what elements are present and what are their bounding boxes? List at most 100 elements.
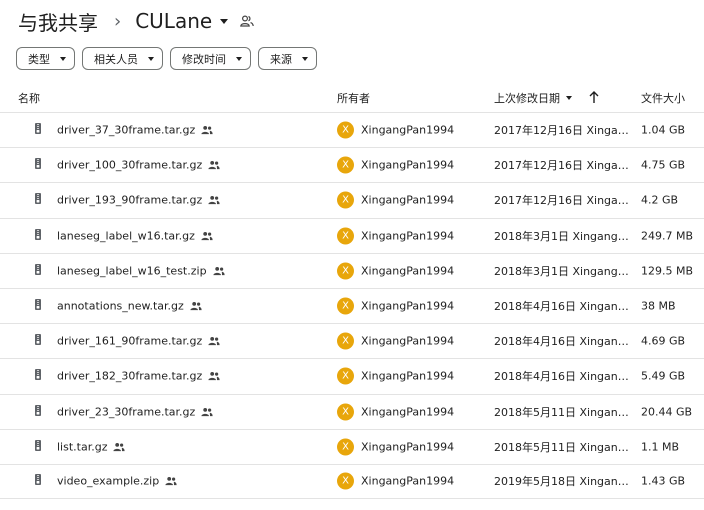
file-name-cell[interactable]: video_example.zip: [57, 475, 177, 488]
avatar[interactable]: X: [337, 191, 354, 209]
modified-date: 2019年5月18日 XingangPan1994: [494, 475, 630, 489]
file-size: 1.1 MB: [641, 440, 680, 454]
filter-people[interactable]: 相关人员: [82, 47, 163, 70]
shared-people-icon: [208, 337, 220, 346]
column-header-name[interactable]: 名称: [18, 90, 40, 106]
caret-down-icon: [220, 18, 229, 24]
owner-cell: X XingangPan1994: [337, 156, 455, 174]
modified-date: 2017年12月16日 XingangPan1994: [494, 159, 630, 173]
file-name: video_example.zip: [57, 474, 160, 488]
filter-modified[interactable]: 修改时间: [170, 47, 251, 70]
avatar[interactable]: X: [337, 156, 354, 174]
shared-people-icon: [208, 196, 220, 205]
file-name-cell[interactable]: driver_182_30frame.tar.gz: [57, 370, 220, 383]
zip-file-icon: [34, 439, 42, 454]
table-row[interactable]: list.tar.gz X XingangPan1994 2018年5月11日 Xin…: [0, 428, 704, 464]
owner-name: XingangPan1994: [361, 405, 455, 419]
folder-title-dropdown[interactable]: CULane: [135, 9, 229, 33]
modified-date: 2018年3月1日 XingangPan1994: [494, 264, 630, 278]
owner-cell: X XingangPan1994: [337, 438, 455, 456]
table-row[interactable]: driver_23_30frame.tar.gz X XingangPan1994 2…: [0, 393, 704, 429]
file-name-cell[interactable]: driver_37_30frame.tar.gz: [57, 124, 213, 137]
file-size: 1.04 GB: [641, 123, 686, 137]
caret-down-icon: [236, 56, 242, 61]
shared-people-icon: [208, 161, 220, 170]
table-row[interactable]: laneseg_label_w16_test.zip X XingangPan199…: [0, 252, 704, 288]
avatar[interactable]: X: [337, 262, 354, 280]
column-header-modified[interactable]: 上次修改日期: [494, 90, 572, 106]
table-row[interactable]: driver_37_30frame.tar.gz X XingangPan1994 2…: [0, 112, 704, 147]
file-name-cell[interactable]: driver_161_90frame.tar.gz: [57, 335, 220, 348]
avatar[interactable]: X: [337, 438, 354, 456]
arrow-up-icon[interactable]: [588, 90, 600, 107]
breadcrumb-root-shared-with-me[interactable]: 与我共享: [18, 7, 98, 36]
filter-source-label: 来源: [270, 52, 292, 66]
file-name: annotations_new.tar.gz: [57, 299, 184, 313]
zip-file-icon: [34, 228, 42, 243]
shared-people-icon: [208, 372, 220, 381]
owner-name: XingangPan1994: [361, 440, 455, 454]
shared-people-icon[interactable]: [240, 15, 254, 27]
owner-name: XingangPan1994: [361, 474, 455, 488]
table-row[interactable]: driver_193_90frame.tar.gz X XingangPan1994…: [0, 182, 704, 217]
file-name-cell[interactable]: laneseg_label_w16_test.zip: [57, 264, 225, 277]
shared-people-icon: [201, 126, 213, 135]
file-name-cell[interactable]: annotations_new.tar.gz: [57, 300, 202, 313]
filter-people-label: 相关人员: [94, 52, 138, 66]
zip-file-icon: [34, 193, 42, 208]
avatar[interactable]: X: [337, 367, 354, 385]
avatar[interactable]: X: [337, 332, 354, 350]
shared-people-icon: [190, 302, 202, 311]
filter-modified-label: 修改时间: [182, 52, 226, 66]
table-row[interactable]: driver_182_30frame.tar.gz X XingangPan1994…: [0, 358, 704, 393]
owner-cell: X XingangPan1994: [337, 227, 455, 245]
file-name-cell[interactable]: driver_193_90frame.tar.gz: [57, 194, 220, 207]
owner-name: XingangPan1994: [361, 158, 455, 172]
caret-down-icon: [148, 56, 154, 61]
filter-type[interactable]: 类型: [16, 47, 75, 70]
zip-file-icon: [34, 474, 42, 489]
modified-date: 2017年12月16日 XingangPan1994: [494, 124, 630, 138]
avatar[interactable]: X: [337, 297, 354, 315]
column-header-size[interactable]: 文件大小: [641, 90, 685, 106]
file-name-cell[interactable]: driver_23_30frame.tar.gz: [57, 405, 213, 418]
file-list: driver_37_30frame.tar.gz X XingangPan1994 2…: [0, 112, 704, 500]
file-name: laneseg_label_w16_test.zip: [57, 264, 207, 278]
filter-source[interactable]: 来源: [258, 47, 317, 70]
avatar[interactable]: X: [337, 227, 354, 245]
avatar[interactable]: X: [337, 472, 354, 490]
modified-date: 2017年12月16日 XingangPan1994: [494, 194, 630, 208]
shared-people-icon: [113, 442, 126, 451]
table-row[interactable]: laneseg_label_w16.tar.gz X XingangPan1994 2…: [0, 217, 704, 253]
owner-name: XingangPan1994: [361, 369, 455, 383]
file-name: laneseg_label_w16.tar.gz: [57, 229, 195, 243]
file-size: 249.7 MB: [641, 229, 694, 243]
file-name: list.tar.gz: [57, 440, 108, 454]
owner-name: XingangPan1994: [361, 299, 455, 313]
file-size: 1.43 GB: [641, 474, 686, 488]
file-size: 129.5 MB: [641, 264, 694, 278]
column-header-owner[interactable]: 所有者: [337, 90, 370, 106]
owner-name: XingangPan1994: [361, 229, 455, 243]
table-row[interactable]: driver_100_30frame.tar.gz X XingangPan1994…: [0, 147, 704, 182]
file-name-cell[interactable]: driver_100_30frame.tar.gz: [57, 159, 220, 172]
file-name: driver_193_90frame.tar.gz: [57, 193, 203, 207]
shared-people-icon: [212, 266, 225, 275]
file-size: 4.75 GB: [641, 158, 686, 172]
zip-file-icon: [34, 299, 42, 314]
avatar[interactable]: X: [337, 121, 354, 139]
table-row[interactable]: annotations_new.tar.gz X XingangPan1994 201…: [0, 287, 704, 323]
owner-name: XingangPan1994: [361, 264, 455, 278]
filter-type-label: 类型: [28, 52, 50, 66]
file-size: 38 MB: [641, 299, 676, 313]
caret-down-icon: [566, 96, 572, 100]
modified-date: 2018年4月16日 XingangPan1994: [494, 370, 630, 384]
file-name-cell[interactable]: list.tar.gz: [57, 440, 126, 454]
table-row[interactable]: video_example.zip X XingangPan1994 2019年5月1…: [0, 463, 704, 500]
file-name: driver_161_90frame.tar.gz: [57, 334, 203, 348]
caret-down-icon: [302, 56, 308, 61]
file-name-cell[interactable]: laneseg_label_w16.tar.gz: [57, 229, 213, 242]
table-row[interactable]: driver_161_90frame.tar.gz X XingangPan1994…: [0, 323, 704, 358]
avatar[interactable]: X: [337, 403, 354, 421]
file-name: driver_37_30frame.tar.gz: [57, 123, 196, 137]
